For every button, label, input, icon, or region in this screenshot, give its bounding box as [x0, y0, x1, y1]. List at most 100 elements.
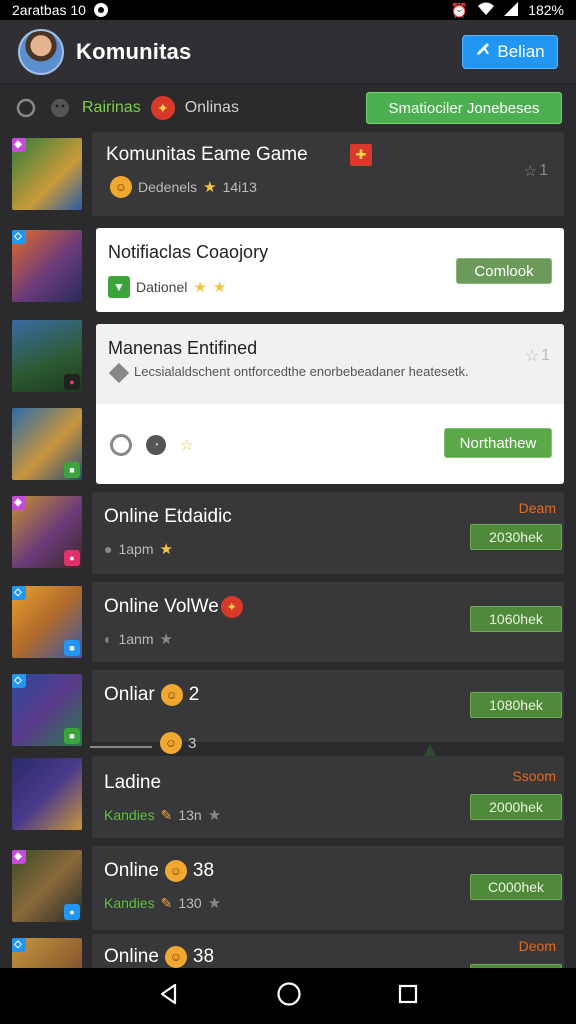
app-bar: Komunitas Belian [0, 20, 576, 84]
card-title: Manenas Entifined [108, 338, 258, 358]
favorite-count[interactable]: ☆ 1 [525, 346, 550, 366]
card-action-button[interactable]: Comlook [456, 258, 552, 284]
star-icon[interactable]: ☆ [180, 436, 193, 454]
row-price-button[interactable]: 2000hek [470, 794, 562, 820]
flag-icon: ✚ [350, 144, 372, 166]
platform-icon: ◇ [12, 674, 26, 688]
tab-onlinas[interactable]: Onlinas [185, 99, 239, 117]
row-meta-text: Dedenels [138, 179, 198, 195]
emoji-icon: ☺ [164, 860, 187, 882]
row-title-wrap: Onliar ☺ 2 [104, 684, 199, 706]
row-meta-text: 1anm [118, 631, 154, 647]
star-icon: ★ [212, 279, 227, 296]
row-price-button[interactable]: 1060hek [470, 606, 562, 632]
list-item[interactable]: ◆ ● Online Etdaidic ● 1apm ★ Deam 2030he… [0, 492, 576, 576]
row-meta: ● 1apm ★ [104, 540, 173, 558]
header-action-button[interactable]: Belian [462, 34, 558, 69]
card-description: Lecsialaldschent ontforcedthe enorbebead… [108, 362, 470, 384]
card-meta-text: Dationel [136, 279, 188, 295]
card-title: Notifiaclas Coaojory [108, 242, 269, 262]
star-icon: ★ [203, 179, 217, 196]
flame-icon: ✦ [220, 596, 243, 618]
star-icon: ★ [159, 631, 173, 648]
row-title: Onliar [104, 684, 155, 705]
page-title: Komunitas [76, 38, 192, 64]
edit-icon [475, 41, 491, 62]
row-title: Online [104, 946, 159, 967]
card-action-button[interactable]: Northathew [444, 428, 552, 458]
emoji-icon: ☺ [110, 176, 132, 198]
filter-bar: Rairinas ✦ Onlinas Smatiociler Jonebeses [0, 84, 576, 132]
signal-icon [504, 1, 519, 19]
platform-icon: ■ [64, 462, 80, 478]
wifi-icon [478, 2, 495, 19]
game-thumbnail: ◇ [12, 230, 82, 302]
refresh-icon[interactable] [14, 96, 38, 120]
platform-icon: ■ [64, 728, 80, 744]
platform-icon: ◆ [12, 138, 26, 152]
status-time: 2aratbas 10 [12, 2, 86, 18]
cube-icon [108, 362, 130, 384]
clock-icon[interactable]: ◔ [146, 435, 166, 455]
favorite-count[interactable]: ☆ 1 [524, 162, 548, 180]
platform-icon: ◇ [12, 938, 26, 952]
list-item[interactable]: ◇ ■ Online VolWe ✦ ◐ 1anm ★ 1060hek [0, 582, 576, 666]
emoji-icon: ☺ [160, 684, 183, 706]
row-title: Online Etdaidic [104, 506, 232, 527]
star-icon: ★ [159, 541, 173, 558]
emoji-icon: ☺ [164, 946, 187, 968]
pin-icon: ● [104, 541, 113, 557]
row-title-number: 2 [188, 684, 200, 705]
game-thumbnail: ◇ ■ [12, 586, 82, 658]
clock-icon: ◐ [104, 631, 113, 647]
row-title-number: 38 [192, 946, 215, 967]
back-icon[interactable] [157, 982, 181, 1011]
platform-icon: ◇ [12, 586, 26, 600]
recent-badge-icon: ✦ [150, 96, 175, 120]
circle-icon[interactable] [110, 434, 132, 456]
row-label: Ssoom [512, 768, 556, 784]
game-thumbnail: ◇ ■ [12, 674, 82, 746]
favorite-count-value: 1 [539, 162, 548, 179]
row-price-button[interactable]: C000hek [470, 874, 562, 900]
system-nav-bar [0, 968, 576, 1024]
list-item[interactable]: ◆ ● Online ☺ 38 Kandies ✎ 130 ★ C000hek [0, 846, 576, 932]
row-title-wrap: Online VolWe ✦ [104, 596, 243, 618]
star-icon: ★ [207, 895, 222, 912]
notification-card[interactable]: Notifiaclas Coaojory ▼ Dationel ★ ★ Coml… [96, 228, 564, 312]
row-price-button[interactable]: 2030hek [470, 524, 562, 550]
platform-icon: ● [64, 374, 80, 390]
recents-icon[interactable] [397, 983, 419, 1010]
avatar[interactable] [18, 28, 64, 75]
tab-rairinas[interactable]: Rairinas [82, 99, 141, 117]
list-item[interactable]: Ladine Kandies ✎ 13n ★ Ssoom 2000hek [0, 754, 576, 840]
list-item[interactable]: ● ■ Manenas Entifined Lecsialaldschent o… [0, 318, 576, 486]
platform-icon: ● [64, 550, 80, 566]
row-meta: ☺ Dedenels ★ 14i13 [110, 176, 257, 198]
platform-icon: ● [64, 904, 80, 920]
card-actions-left: ◔ ☆ [110, 434, 193, 456]
row-title: Ladine [104, 772, 162, 793]
row-price-button[interactable]: 1080hek [470, 692, 562, 718]
star-icon: ★ [207, 807, 222, 824]
list-item[interactable]: ◆ Komunitas Eame Game ✚ ☺ Dedenels ★ 14i… [0, 132, 576, 218]
star-outline-icon: ☆ [523, 163, 538, 180]
row-label: Deom [518, 938, 556, 954]
home-icon[interactable] [276, 981, 302, 1012]
row-title-wrap: Online ☺ 38 [104, 946, 214, 968]
list-item[interactable]: ◇ Online ☺ 38 Deom [0, 934, 576, 968]
filter-button[interactable]: Smatiociler Jonebeses [366, 92, 562, 124]
star-outline-icon: ☆ [524, 348, 540, 365]
row-sub: ☺ 3 [160, 732, 196, 754]
row-meta-number: 130 [178, 895, 202, 911]
face-icon[interactable] [48, 96, 72, 120]
emoji-icon: ☺ [160, 732, 182, 754]
row-label: Deam [518, 500, 556, 516]
star-icon: ★ [193, 279, 207, 296]
row-meta: Kandies ✎ 130 ★ [104, 894, 222, 913]
row-meta-number: 13n [178, 807, 202, 823]
list-item[interactable]: ◇ ■ Onliar ☺ 2 ☺ 3 1080hek [0, 670, 576, 776]
list-item[interactable]: ◇ Notifiaclas Coaojory ▼ Dationel ★ ★ Co… [0, 224, 576, 312]
platform-icon: ◆ [12, 496, 26, 510]
event-card[interactable]: Manenas Entifined Lecsialaldschent ontfo… [96, 324, 564, 484]
